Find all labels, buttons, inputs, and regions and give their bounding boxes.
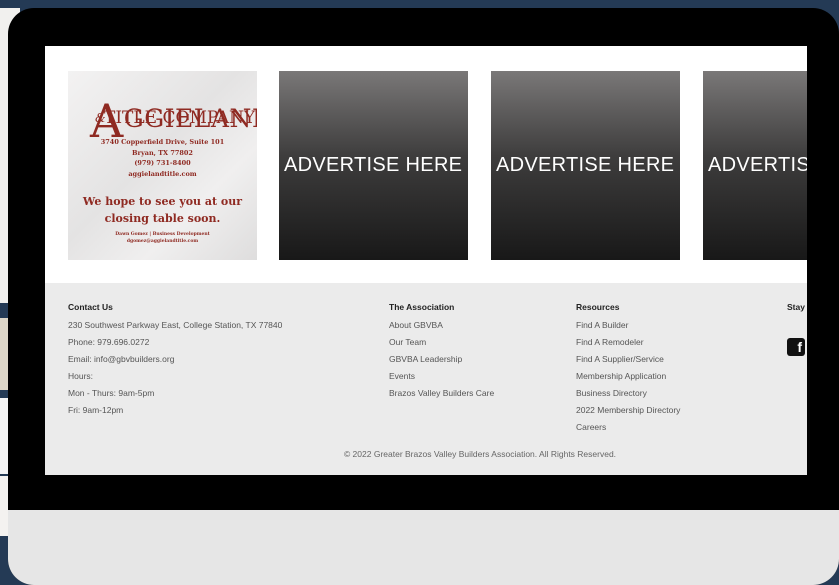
aggieland-contact-email: dgomez@aggielandtitle.com [126,239,199,244]
aggieland-tagline-line: We hope to see you at our [82,195,243,208]
footer-link-membership-directory[interactable]: 2022 Membership Directory [576,402,680,419]
footer-link-find-builder[interactable]: Find A Builder [576,317,680,334]
footer-stay-column: Stay [787,302,805,317]
footer-link-find-supplier[interactable]: Find A Supplier/Service [576,351,680,368]
aggieland-title-ad[interactable]: AGGIELAND & TITLE COMPANY 3740 Copperfie… [68,71,257,260]
aggieland-website: aggielandtitle.com [128,169,197,178]
footer-contact-heading: Contact Us [68,302,113,312]
footer-resources-heading: Resources [576,302,620,312]
footer-contact-column: Contact Us 230 Southwest Parkway East, C… [68,302,282,419]
footer-contact-hours: Fri: 9am-12pm [68,405,124,415]
footer-link-business-directory[interactable]: Business Directory [576,385,680,402]
advertise-here-ad[interactable]: ADVERTISE HERE [491,71,680,260]
advertise-here-ad[interactable]: ADVERTISE HERE [279,71,468,260]
aggieland-address-line: 3740 Copperfield Drive, Suite 101 [100,138,225,146]
aggieland-contact-person: Dawn Gomez | Business Development dgomez… [68,231,257,245]
device-bottom-panel [8,510,839,585]
footer-link-about[interactable]: About GBVBA [389,317,494,334]
footer-link-our-team[interactable]: Our Team [389,334,494,351]
footer-association-column: The Association About GBVBA Our Team GBV… [389,302,494,402]
footer-resources-column: Resources Find A Builder Find A Remodele… [576,302,680,436]
device-frame: AGGIELAND & TITLE COMPANY 3740 Copperfie… [8,8,839,585]
footer-link-events[interactable]: Events [389,368,494,385]
advertise-here-label: ADVERTIS [708,154,807,176]
footer-link-builders-care[interactable]: Brazos Valley Builders Care [389,385,494,402]
aggieland-tagline-line: closing table soon. [104,212,221,225]
aggieland-contact-info: 3740 Copperfield Drive, Suite 101 Bryan,… [68,137,257,179]
footer-link-careers[interactable]: Careers [576,419,680,436]
advertise-here-label: ADVERTISE HERE [284,154,463,176]
site-footer: Contact Us 230 Southwest Parkway East, C… [45,283,807,475]
footer-copyright: © 2022 Greater Brazos Valley Builders As… [343,449,617,459]
aggieland-logo-subtitle: TITLE COMPANY [104,108,256,128]
footer-contact-hours: Mon - Thurs: 9am-5pm [68,388,155,398]
footer-contact-hours-label: Hours: [68,371,94,381]
footer-contact-phone: Phone: 979.696.0272 [68,337,150,347]
aggieland-contact-name: Dawn Gomez | Business Development [115,232,210,237]
advertise-here-label: ADVERTISE HERE [496,154,675,176]
aggieland-tagline: We hope to see you at our closing table … [68,193,257,227]
footer-link-leadership[interactable]: GBVBA Leadership [389,351,494,368]
footer-contact-email: Email: info@gbvbuilders.org [68,354,175,364]
facebook-icon[interactable]: f [787,338,805,356]
footer-contact-address: 230 Southwest Parkway East, College Stat… [68,320,283,330]
advertisement-row: AGGIELAND & TITLE COMPANY 3740 Copperfie… [45,46,807,283]
footer-link-find-remodeler[interactable]: Find A Remodeler [576,334,680,351]
aggieland-city-line: Bryan, TX 77802 [132,148,193,157]
advertise-here-ad[interactable]: ADVERTIS [703,71,807,260]
footer-link-membership-application[interactable]: Membership Application [576,368,680,385]
footer-association-heading: The Association [389,302,455,312]
footer-stay-heading: Stay [787,302,805,312]
aggieland-phone: (979) 731-8400 [134,159,191,167]
website-screen: AGGIELAND & TITLE COMPANY 3740 Copperfie… [45,46,807,475]
